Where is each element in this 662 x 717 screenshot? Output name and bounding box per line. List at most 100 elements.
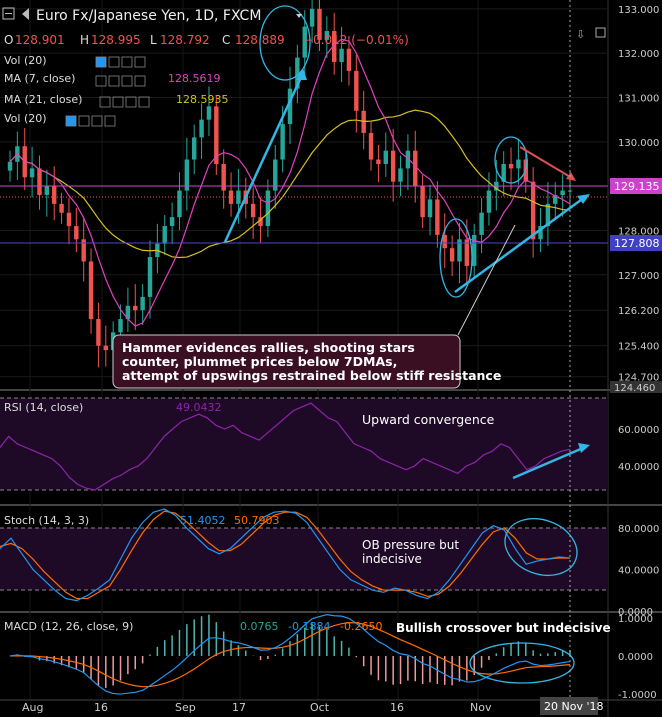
candle-body: [516, 159, 521, 169]
rsi-legend-label[interactable]: RSI (14, close): [4, 401, 83, 414]
candle-body: [354, 70, 359, 111]
time-tick-label: Nov: [470, 701, 492, 714]
eye-icon: [95, 56, 107, 68]
eye-icon: [65, 115, 77, 127]
pane-down-icon[interactable]: ⇩: [576, 28, 585, 41]
rsi-legend-value: 49.0432: [176, 401, 222, 414]
candle-body: [44, 186, 50, 195]
candle-body: [398, 168, 403, 182]
candle-body: [560, 190, 565, 195]
symbol-title[interactable]: Euro Fx/Japanese Yen, 1D, FXCM: [36, 8, 261, 24]
bottom-price-label: 124.460: [614, 383, 655, 394]
candle-body: [309, 8, 315, 27]
candle-body: [206, 106, 212, 120]
candle-body: [37, 168, 42, 195]
macd-tick-label: 0.0000: [618, 652, 653, 663]
close-label: C: [222, 33, 230, 47]
candle-body: [52, 186, 57, 204]
candle-body: [530, 181, 536, 240]
candle-body: [236, 190, 241, 204]
candle-body: [420, 186, 425, 218]
candle-body: [140, 296, 145, 311]
candle-body: [427, 199, 433, 218]
candle-body: [280, 124, 285, 160]
candle-body: [368, 132, 374, 160]
price-tick-label: 131.000: [618, 94, 659, 105]
candle-body: [383, 150, 388, 164]
close-value: 128.889: [235, 33, 285, 47]
candle-body: [442, 234, 447, 249]
candle-body: [479, 212, 484, 235]
price-tick-label: 125.400: [618, 342, 659, 353]
chart-canvas: 133.000132.000131.000130.000129.000128.0…: [0, 0, 662, 717]
candle-body: [390, 150, 396, 182]
macd-legend-signal: -0.2650: [340, 620, 382, 633]
time-tick-label: 17: [232, 701, 246, 714]
time-tick-label: 16: [390, 701, 404, 714]
price-tick-label: 132.000: [618, 49, 659, 60]
legend-ma7[interactable]: MA (7, close): [4, 72, 75, 85]
support-price-label: 127.808: [614, 237, 660, 250]
time-tick-label: Sep: [175, 701, 196, 714]
candle-body: [29, 168, 35, 178]
time-tick-label: Oct: [310, 701, 330, 714]
stoch-legend-label[interactable]: Stoch (14, 3, 3): [4, 514, 89, 527]
candle-body: [7, 161, 13, 171]
change-value: −0.012 (−0.01%): [303, 33, 409, 47]
candle-body: [177, 190, 182, 218]
macd-tick-label: 1.0000: [618, 614, 653, 625]
candle-body: [221, 163, 226, 191]
price-tick-label: 130.000: [618, 138, 659, 149]
candle-body: [339, 48, 344, 63]
candle-body: [66, 212, 72, 227]
date-marker-label: 20 Nov '18: [544, 700, 603, 713]
resistance-price-label: 129.135: [614, 180, 660, 193]
macd-annotation: Bullish crossover but indecisive: [396, 621, 611, 635]
legend-ma7-value: 128.5619: [168, 72, 221, 85]
candle-body: [449, 248, 455, 262]
candle-body: [74, 226, 79, 240]
rsi-tick-label: 40.0000: [618, 462, 659, 473]
stoch-legend-k: 51.4052: [180, 514, 226, 527]
stoch-tick-label: 40.0000: [618, 565, 659, 576]
macd-legend-macd: -0.1884: [288, 620, 330, 633]
open-label: O: [4, 33, 13, 47]
legend-vol1[interactable]: Vol (20): [4, 54, 47, 67]
rsi-annotation: Upward convergence: [362, 412, 495, 427]
low-value: 128.792: [160, 33, 210, 47]
candle-body: [169, 217, 175, 227]
macd-legend-label[interactable]: MACD (12, 26, close, 9): [4, 620, 133, 633]
stoch-tick-label: 80.0000: [618, 524, 659, 535]
macd-legend-hist: 0.0765: [240, 620, 279, 633]
candle-body: [118, 319, 123, 333]
stoch-band: [0, 528, 608, 590]
candle-body: [162, 226, 167, 244]
candle-body: [88, 261, 94, 320]
time-tick-label: 16: [94, 701, 108, 714]
candle-body: [508, 163, 514, 169]
legend-ma21[interactable]: MA (21, close): [4, 93, 82, 106]
candle-body: [346, 48, 352, 71]
legend-ma21-value: 128.5935: [176, 93, 229, 106]
legend-vol2[interactable]: Vol (20): [4, 112, 47, 125]
time-tick-label: Aug: [22, 701, 43, 714]
candle-body: [199, 119, 204, 138]
open-value: 128.901: [15, 33, 65, 47]
candle-body: [59, 203, 64, 213]
candle-body: [250, 203, 256, 218]
high-label: H: [80, 33, 89, 47]
candle-body: [147, 257, 153, 297]
candle-body: [265, 190, 271, 227]
candle-body: [376, 159, 381, 164]
candle-body: [435, 199, 440, 235]
candle-body: [96, 319, 101, 346]
stoch-legend-d: 50.7903: [234, 514, 280, 527]
price-tick-label: 133.000: [618, 5, 659, 16]
candle-body: [192, 137, 197, 160]
low-label: L: [150, 33, 157, 47]
price-tick-label: 127.000: [618, 271, 659, 282]
candle-body: [133, 305, 138, 311]
price-tick-label: 126.200: [618, 306, 659, 317]
high-value: 128.995: [91, 33, 141, 47]
candle-body: [486, 190, 492, 213]
